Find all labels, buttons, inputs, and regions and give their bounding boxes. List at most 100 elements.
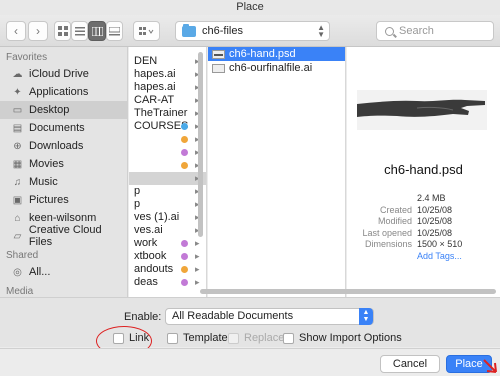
column-row[interactable]: deas ▸ — [129, 276, 206, 289]
column-row[interactable]: ves (1).ai▸ — [129, 211, 206, 224]
sidebar-item-icloud-drive[interactable]: ☁ iCloud Drive — [0, 65, 127, 83]
column-row-label: hapes.ai — [134, 68, 176, 80]
detail-row-last-opened: Last opened 10/25/08 — [347, 228, 500, 240]
search-field[interactable]: Search — [376, 21, 494, 41]
column-row[interactable]: ▸ — [129, 146, 206, 159]
column-row-label: ves.ai — [134, 224, 163, 236]
updown-icon: ▲ ▼ — [359, 308, 373, 325]
sidebar-item-music[interactable]: ♫ Music — [0, 173, 127, 191]
file-name: ch6-ourfinalfile.ai — [229, 62, 313, 74]
column-row[interactable]: ▸ — [129, 159, 206, 172]
sidebar-item-label: Music — [29, 176, 58, 188]
column-row[interactable]: ▸ — [129, 133, 206, 146]
column-row[interactable]: andouts ▸ — [129, 263, 206, 276]
column-row[interactable]: CAR-AT▸ — [129, 94, 206, 107]
sidebar-item-label: keen-wilsonm — [29, 212, 97, 224]
chevron-right-icon: › — [36, 24, 40, 38]
file-row[interactable]: ch6-hand.psd — [208, 47, 345, 61]
sidebar: Favorites ☁ iCloud Drive ✦ Applications … — [0, 47, 128, 297]
forward-button[interactable]: › — [28, 21, 48, 41]
sidebar-item-all-shared[interactable]: ◎ All... — [0, 263, 127, 281]
music-icon: ♫ — [13, 176, 22, 188]
chevron-left-icon: ‹ — [14, 24, 18, 38]
detail-row-created: Created 10/25/08 — [347, 205, 500, 217]
back-button[interactable]: ‹ — [6, 21, 26, 41]
last-opened-value: 10/25/08 — [417, 227, 453, 238]
path-popup[interactable]: ch6-files ▲ ▼ — [175, 21, 330, 41]
column-row[interactable]: p▸ — [129, 198, 206, 211]
media-header: Media — [6, 286, 34, 297]
created-label: Created — [379, 204, 412, 215]
dialog-footer: Cancel Place — [0, 348, 500, 376]
sidebar-item-creative-cloud-files[interactable]: ▱ Creative Cloud Files — [0, 224, 127, 248]
column-rows: DEN▸hapes.ai▸hapes.ai▸CAR-AT▸TheTrainer▸… — [129, 47, 206, 289]
column-row[interactable]: DEN▸ — [129, 55, 206, 68]
arrange-icon — [138, 26, 153, 35]
tag-dot-icon — [181, 162, 188, 169]
sidebar-item-pictures[interactable]: ▣ Pictures — [0, 191, 127, 209]
sidebar-item-label: Pictures — [29, 194, 69, 206]
column-row-label: p — [134, 185, 141, 197]
column-row[interactable]: TheTrainer▸ — [129, 107, 206, 120]
column-scrollbar[interactable] — [198, 52, 203, 237]
detail-row-size: 2.4 MB — [347, 193, 500, 205]
documents-icon: ▤ — [12, 122, 23, 134]
checkbox-box[interactable] — [283, 332, 294, 344]
replace-checkbox: Replace — [228, 332, 284, 344]
column-row-label: CAR-AT — [134, 94, 175, 106]
show-import-options-label: Show Import Options — [299, 332, 402, 344]
template-label: Template — [183, 332, 228, 344]
template-checkbox[interactable]: Template — [167, 332, 228, 344]
column-row-label: deas — [134, 276, 158, 288]
column-row[interactable]: hapes.ai▸ — [129, 68, 206, 81]
sidebar-item-label: Movies — [29, 158, 64, 170]
add-tags-link[interactable]: Add Tags... — [417, 251, 462, 263]
detail-row-dimensions: Dimensions 1500 × 510 — [347, 239, 500, 251]
grid-icon — [57, 26, 68, 36]
search-placeholder: Search — [399, 25, 434, 37]
column-row[interactable]: ves.ai▸ — [129, 224, 206, 237]
annotation-arrow-icon — [483, 359, 497, 373]
window-title: Place — [0, 0, 500, 15]
sidebar-item-applications[interactable]: ✦ Applications — [0, 83, 127, 101]
columns-icon — [91, 26, 103, 36]
checkbox-box[interactable] — [167, 332, 178, 344]
horizontal-scrollbar[interactable] — [200, 289, 496, 294]
sidebar-item-desktop[interactable]: ▭ Desktop — [0, 101, 127, 119]
icon-view-button[interactable] — [54, 21, 71, 41]
place-dialog: Place ‹ › ch6-files ▲▼ Search Favorites — [0, 0, 500, 376]
tag-dot-icon — [181, 279, 188, 286]
sidebar-item-label: Desktop — [29, 104, 70, 116]
tag-dot-icon — [181, 149, 188, 156]
coverflow-view-button[interactable] — [106, 21, 123, 41]
modified-label: Modified — [377, 216, 412, 226]
cancel-button[interactable]: Cancel — [380, 355, 440, 373]
column-row-label: p — [134, 198, 141, 210]
replace-label: Replace — [244, 332, 285, 344]
sidebar-item-downloads[interactable]: ⊕ Downloads — [0, 137, 127, 155]
column-view-button[interactable] — [88, 21, 106, 41]
last-opened-label: Last opened — [362, 227, 412, 238]
hand-preview-image — [357, 90, 487, 130]
column-row[interactable]: hapes.ai▸ — [129, 81, 206, 94]
column-row[interactable]: xtbook ▸ — [129, 250, 206, 263]
tag-dot-icon — [181, 123, 188, 130]
arrange-button[interactable] — [133, 21, 160, 41]
enable-select[interactable]: All Readable Documents ▲ ▼ — [165, 308, 374, 325]
preview-pane: ch6-hand.psd 2.4 MB Created 10/25/08 Modi… — [347, 47, 500, 297]
enable-value: All Readable Documents — [172, 310, 294, 322]
file-row[interactable]: ch6-ourfinalfile.ai — [208, 61, 345, 75]
column-row-label: ves (1).ai — [134, 211, 180, 223]
column-row[interactable]: p▸ — [129, 185, 206, 198]
list-view-button[interactable] — [71, 21, 88, 41]
column-row[interactable]: work ▸ — [129, 237, 206, 250]
disclosure-arrow-icon: ▸ — [195, 251, 200, 261]
folder-icon: ▱ — [13, 230, 22, 242]
sidebar-item-documents[interactable]: ▤ Documents — [0, 119, 127, 137]
coverflow-icon — [109, 26, 120, 35]
column-row[interactable]: COURSES▸ — [129, 120, 206, 133]
column-row[interactable]: ▸ — [129, 172, 206, 185]
show-import-options-checkbox[interactable]: Show Import Options — [283, 332, 402, 344]
sidebar-item-movies[interactable]: ▦ Movies — [0, 155, 127, 173]
column-row-label: TheTrainer — [134, 107, 188, 119]
